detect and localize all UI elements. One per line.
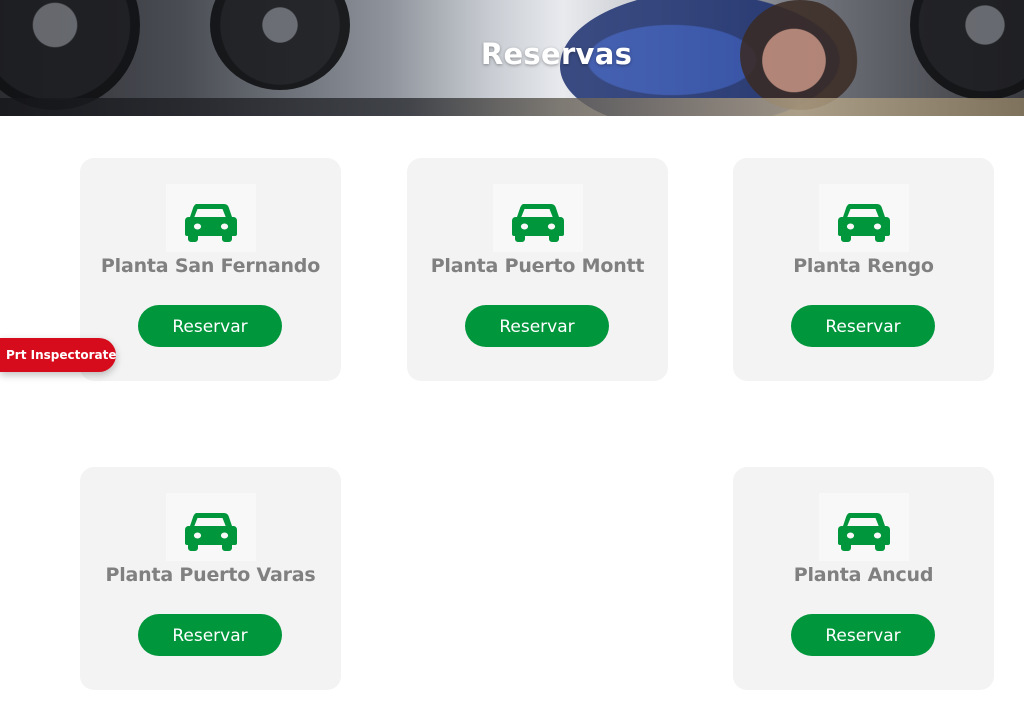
icon-container xyxy=(166,184,256,252)
plant-card: Planta San Fernando Reservar xyxy=(80,158,341,381)
plant-card: Planta Puerto Varas Reservar xyxy=(80,467,341,690)
reservar-button[interactable]: Reservar xyxy=(791,614,935,656)
page-title: Reservas xyxy=(480,37,633,72)
icon-container xyxy=(166,493,256,561)
plant-name: Planta Ancud xyxy=(793,564,934,586)
plant-name: Planta Rengo xyxy=(793,255,934,277)
reservar-button[interactable]: Reservar xyxy=(465,305,609,347)
hero-banner: Reservas xyxy=(0,0,1024,116)
plant-name: Planta San Fernando xyxy=(100,255,321,277)
plant-name: Planta Puerto Varas xyxy=(105,564,316,586)
plant-card: Planta Ancud Reservar xyxy=(733,467,994,690)
car-icon xyxy=(185,513,237,551)
icon-container xyxy=(819,184,909,252)
plant-card: Planta Puerto Montt Reservar xyxy=(407,158,668,381)
prt-inspectorate-tab[interactable]: Prt Inspectorate xyxy=(0,338,116,372)
reservar-button[interactable]: Reservar xyxy=(138,614,282,656)
reservar-button[interactable]: Reservar xyxy=(791,305,935,347)
plant-name: Planta Puerto Montt xyxy=(430,255,645,277)
plant-card: Planta Rengo Reservar xyxy=(733,158,994,381)
floor-image xyxy=(0,98,1024,116)
car-icon xyxy=(185,203,237,242)
car-icon xyxy=(838,513,890,551)
car-icon xyxy=(838,203,890,242)
icon-container xyxy=(819,493,909,561)
car-icon xyxy=(512,203,564,242)
reservar-button[interactable]: Reservar xyxy=(138,305,282,347)
icon-container xyxy=(493,184,583,252)
